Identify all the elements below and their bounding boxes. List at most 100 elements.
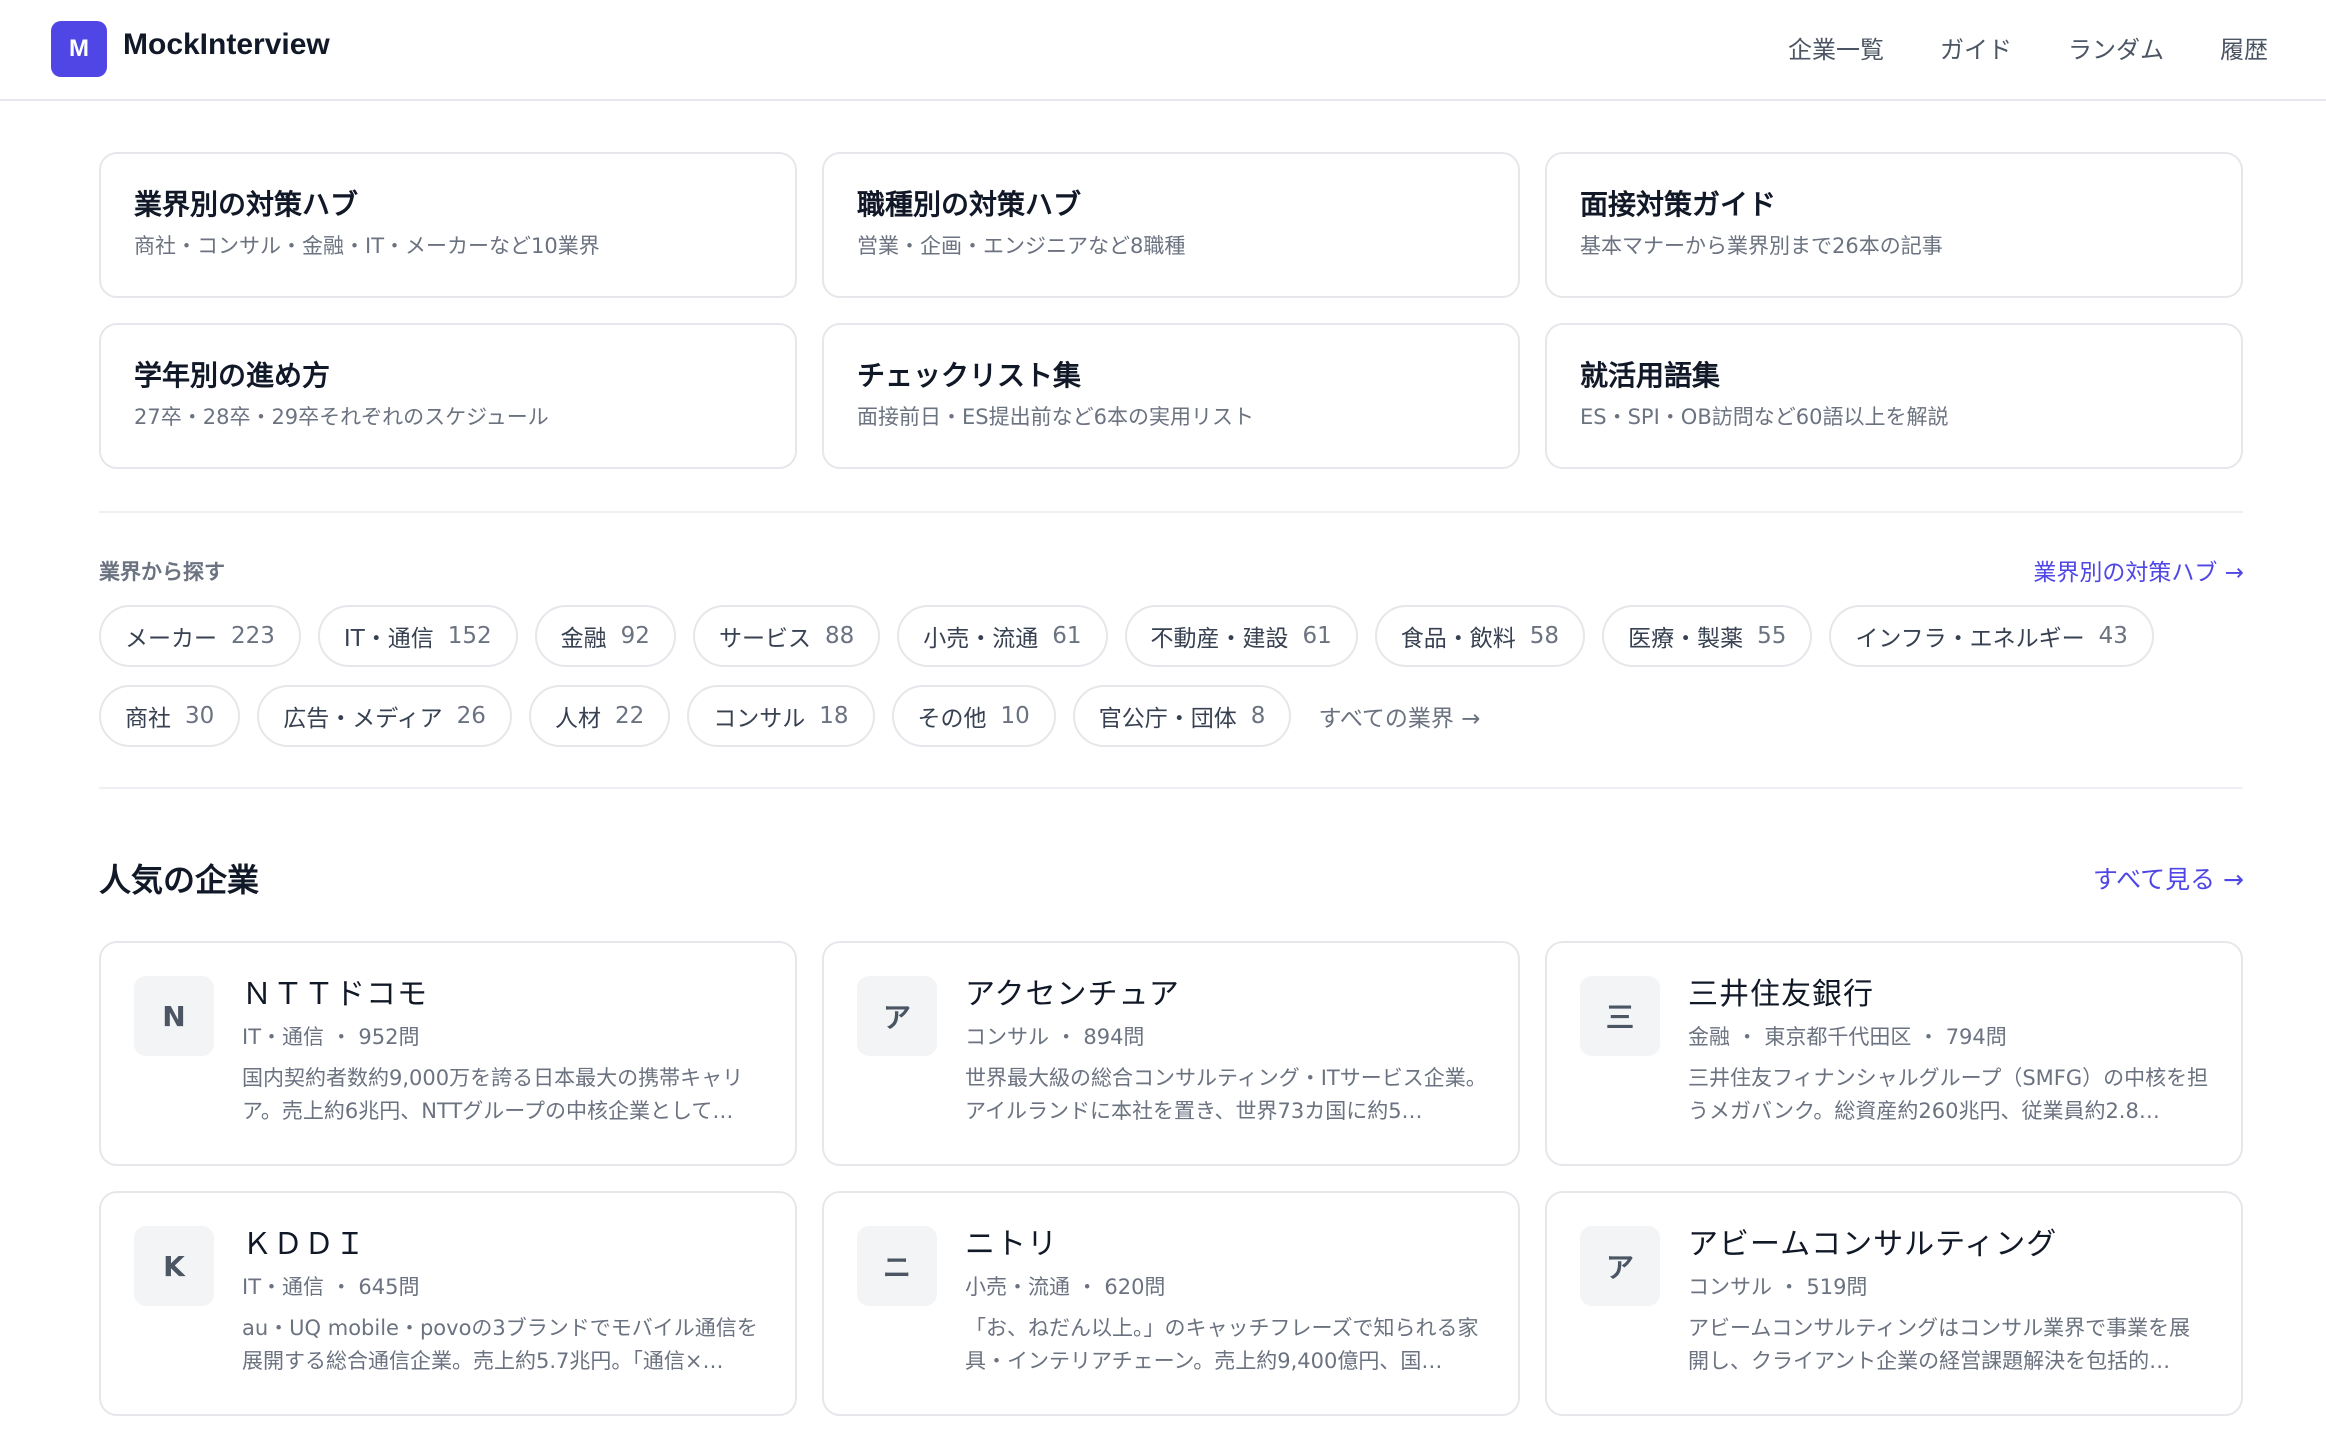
hub-subtitle: ES・SPI・OB訪問など60語以上を解説 xyxy=(1580,404,1949,429)
hub-subtitle: 基本マナーから業界別まで26本の記事 xyxy=(1580,233,1943,258)
company-avatar: ア xyxy=(1580,1226,1660,1306)
hub-grid: 業界別の対策ハブ 商社・コンサル・金融・IT・メーカーなど10業界 職種別の対策… xyxy=(99,152,2243,469)
chip-count: 18 xyxy=(819,703,849,729)
top-header: M MockInterview 企業一覧 ガイド ランダム 履歴 xyxy=(0,0,2326,101)
industry-chip[interactable]: メーカー 223 xyxy=(99,605,301,667)
hub-title: チェックリスト集 xyxy=(857,359,1082,392)
chip-label: 広告・メディア xyxy=(283,706,443,732)
chip-count: 58 xyxy=(1529,623,1560,649)
chip-label: 小売・流通 xyxy=(923,626,1039,652)
company-card[interactable]: ニ ニトリ 小売・流通 ・ 620問 「お、ねだん以上。」のキャッチフレーズで知… xyxy=(822,1191,1520,1416)
company-name: アクセンチュア xyxy=(965,977,1180,1012)
chip-count: 10 xyxy=(1000,703,1030,729)
company-name: アビームコンサルティング xyxy=(1688,1227,2058,1262)
nav-guide[interactable]: ガイド xyxy=(1940,30,2012,65)
industry-chip[interactable]: 商社 30 xyxy=(99,685,241,747)
company-description: 世界最大級の総合コンサルティング・ITサービス企業。アイルランドに本社を置き、世… xyxy=(965,1066,1487,1124)
chip-label: サービス xyxy=(718,626,811,652)
company-grid: N ＮＴＴドコモ IT・通信 ・ 952問 国内契約者数約9,000万を誇る日本… xyxy=(99,941,2243,1416)
company-description: 三井住友フィナンシャルグループ（SMFG）の中核を担うメガバンク。総資産約260… xyxy=(1688,1066,2209,1124)
hub-card-job-type[interactable]: 職種別の対策ハブ 営業・企画・エンジニアなど8職種 xyxy=(822,152,1520,298)
hub-title: 面接対策ガイド xyxy=(1580,188,1777,221)
industry-chip[interactable]: 金融 92 xyxy=(534,605,676,667)
industry-chip[interactable]: 人材 22 xyxy=(528,685,671,747)
industry-chip[interactable]: サービス 88 xyxy=(692,605,881,667)
company-meta: 金融 ・ 東京都千代田区 ・ 794問 xyxy=(1688,1025,2007,1049)
hub-card-by-year[interactable]: 学年別の進め方 27卒・28卒・29卒それぞれのスケジュール xyxy=(99,323,797,469)
chip-label: 食品・飲料 xyxy=(1400,626,1516,652)
section-divider xyxy=(99,511,2243,513)
industry-chip[interactable]: 広告・メディア 26 xyxy=(257,685,512,747)
chip-count: 22 xyxy=(614,703,645,729)
logo-icon[interactable]: M xyxy=(51,21,107,77)
hub-title: 業界別の対策ハブ xyxy=(134,188,359,221)
chip-label: 官公庁・団体 xyxy=(1098,706,1237,732)
company-description: au・UQ mobile・povoの3ブランドでモバイル通信を展開する総合通信企… xyxy=(242,1316,758,1374)
popular-companies-title: 人気の企業 xyxy=(99,861,260,899)
main-nav: 企業一覧 ガイド ランダム 履歴 xyxy=(1788,30,2268,65)
industry-chip[interactable]: 医療・製薬 55 xyxy=(1602,605,1813,667)
company-name: ＫＤＤＩ xyxy=(242,1227,366,1262)
industry-section-label: 業界から探す xyxy=(99,560,225,584)
chip-label: インフラ・エネルギー xyxy=(1855,626,2085,652)
company-name: ＮＴＴドコモ xyxy=(242,977,428,1012)
company-name: ニトリ xyxy=(965,1227,1058,1262)
company-card[interactable]: ア アクセンチュア コンサル ・ 894問 世界最大級の総合コンサルティング・I… xyxy=(822,941,1520,1166)
chip-count: 8 xyxy=(1250,703,1266,729)
company-card[interactable]: ア アビームコンサルティング コンサル ・ 519問 アビームコンサルティングは… xyxy=(1545,1191,2243,1416)
industry-chip[interactable]: コンサル 18 xyxy=(687,685,875,747)
hub-subtitle: 面接前日・ES提出前など6本の実用リスト xyxy=(857,404,1254,429)
app-name[interactable]: MockInterview xyxy=(123,28,330,62)
chip-label: IT・通信 xyxy=(343,626,434,652)
company-avatar: K xyxy=(134,1226,214,1306)
chip-label: 金融 xyxy=(560,626,607,652)
chip-count: 30 xyxy=(185,703,215,729)
hub-card-industry[interactable]: 業界別の対策ハブ 商社・コンサル・金融・IT・メーカーなど10業界 xyxy=(99,152,797,298)
chip-count: 43 xyxy=(2098,623,2128,649)
chip-count: 26 xyxy=(456,703,486,729)
industry-hub-link[interactable]: 業界別の対策ハブ → xyxy=(2033,553,2244,587)
company-avatar: ニ xyxy=(857,1226,937,1306)
company-description: 国内契約者数約9,000万を誇る日本最大の携帯キャリア。売上約6兆円、NTTグル… xyxy=(242,1066,744,1124)
industry-chip[interactable]: インフラ・エネルギー 43 xyxy=(1829,605,2154,667)
chip-count: 61 xyxy=(1302,623,1332,649)
hub-card-checklists[interactable]: チェックリスト集 面接前日・ES提出前など6本の実用リスト xyxy=(822,323,1520,469)
company-meta: コンサル ・ 894問 xyxy=(965,1025,1145,1049)
company-name: 三井住友銀行 xyxy=(1688,977,1874,1012)
industry-chip[interactable]: IT・通信 152 xyxy=(317,605,518,667)
hub-subtitle: 営業・企画・エンジニアなど8職種 xyxy=(857,233,1186,258)
industry-chip[interactable]: 小売・流通 61 xyxy=(897,605,1108,667)
company-avatar: ア xyxy=(857,976,937,1056)
chip-label: 不動産・建設 xyxy=(1150,626,1289,652)
company-meta: IT・通信 ・ 645問 xyxy=(242,1275,420,1299)
chip-count: 88 xyxy=(824,623,855,649)
hub-card-interview-guide[interactable]: 面接対策ガイド 基本マナーから業界別まで26本の記事 xyxy=(1545,152,2243,298)
section-divider xyxy=(99,787,2243,789)
company-meta: 小売・流通 ・ 620問 xyxy=(965,1275,1166,1299)
hub-title: 学年別の進め方 xyxy=(134,359,331,392)
chip-label: 医療・製薬 xyxy=(1628,626,1744,652)
industry-chip[interactable]: 食品・飲料 58 xyxy=(1374,605,1586,667)
industry-chip[interactable]: その他 10 xyxy=(891,685,1056,747)
company-card[interactable]: K ＫＤＤＩ IT・通信 ・ 645問 au・UQ mobile・povoの3ブ… xyxy=(99,1191,797,1416)
company-card[interactable]: N ＮＴＴドコモ IT・通信 ・ 952問 国内契約者数約9,000万を誇る日本… xyxy=(99,941,797,1166)
hub-subtitle: 27卒・28卒・29卒それぞれのスケジュール xyxy=(134,404,549,429)
all-industries-link[interactable]: すべての業界 → xyxy=(1308,699,1490,733)
company-description: アビームコンサルティングはコンサル業界で事業を展開し、クライアント企業の経営課題… xyxy=(1688,1316,2191,1374)
nav-history[interactable]: 履歴 xyxy=(2220,30,2268,65)
see-all-companies-link[interactable]: すべて見る → xyxy=(2093,860,2244,896)
chip-count: 61 xyxy=(1052,623,1082,649)
industry-chip[interactable]: 不動産・建設 61 xyxy=(1124,605,1358,667)
industry-chip[interactable]: 官公庁・団体 8 xyxy=(1072,685,1292,747)
nav-companies[interactable]: 企業一覧 xyxy=(1788,30,1884,65)
industry-chips: メーカー 223 IT・通信 152 金融 92 サービス 88 小売・流通 61 不動産… xyxy=(99,605,2259,747)
chip-count: 55 xyxy=(1757,623,1787,649)
chip-label: メーカー xyxy=(125,626,217,652)
nav-random[interactable]: ランダム xyxy=(2068,30,2164,65)
chip-label: その他 xyxy=(917,706,987,732)
company-meta: コンサル ・ 519問 xyxy=(1688,1275,1868,1299)
chip-label: コンサル xyxy=(713,706,806,732)
company-card[interactable]: 三 三井住友銀行 金融 ・ 東京都千代田区 ・ 794問 三井住友フィナンシャル… xyxy=(1545,941,2243,1166)
chip-count: 92 xyxy=(620,623,650,649)
hub-card-glossary[interactable]: 就活用語集 ES・SPI・OB訪問など60語以上を解説 xyxy=(1545,323,2243,469)
